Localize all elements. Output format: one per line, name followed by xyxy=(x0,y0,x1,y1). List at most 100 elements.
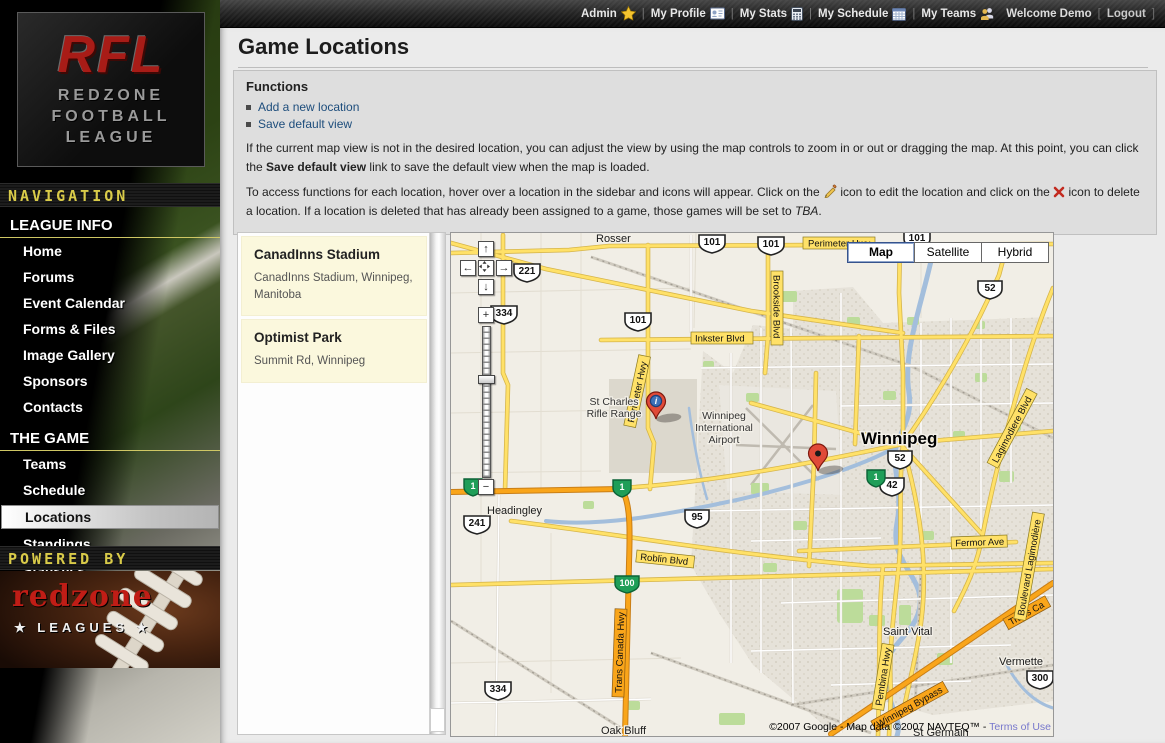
league-logo: RFL REDZONE FOOTBALL LEAGUE xyxy=(17,12,205,167)
pan-left-button[interactable]: ← xyxy=(460,260,476,276)
navigation-header: NAVIGATION xyxy=(0,183,220,207)
topbar-my-schedule[interactable]: My Schedule xyxy=(812,7,912,21)
svg-text:101: 101 xyxy=(630,315,647,326)
star-icon xyxy=(621,6,636,21)
svg-text:52: 52 xyxy=(984,283,996,294)
sidebar-item-schedule[interactable]: Schedule xyxy=(0,477,220,503)
pan-right-button[interactable]: → xyxy=(496,260,512,276)
pan-center-button[interactable] xyxy=(478,260,494,276)
section-the-game: THE GAME xyxy=(0,420,220,451)
delete-x-icon xyxy=(1053,186,1065,198)
locations-panel: CanadInns Stadium CanadInns Stadium, Win… xyxy=(237,232,446,735)
sidebar: RFL REDZONE FOOTBALL LEAGUE NAVIGATION L… xyxy=(0,0,220,743)
zoom-slider-track[interactable] xyxy=(482,326,491,478)
powered-by-header: POWERED BY xyxy=(0,546,220,570)
location-address: CanadInns Stadium, Winnipeg, Manitoba xyxy=(254,270,416,303)
instructions-paragraph-2: To access functions for each location, h… xyxy=(246,183,1144,220)
sidebar-item-home[interactable]: Home xyxy=(0,238,220,264)
svg-text:Headingley: Headingley xyxy=(487,505,543,517)
zoom-in-button[interactable]: + xyxy=(478,307,494,323)
svg-text:334: 334 xyxy=(496,308,513,319)
svg-text:101: 101 xyxy=(763,239,780,250)
zoom-slider-handle[interactable] xyxy=(478,375,495,384)
locations-scrollbar-thumb[interactable] xyxy=(430,708,445,732)
terms-of-use-link[interactable]: Terms of Use xyxy=(989,721,1051,733)
sidebar-navigation: LEAGUE INFO Home Forums Event Calendar F… xyxy=(0,207,220,583)
sidebar-item-event-calendar[interactable]: Event Calendar xyxy=(0,290,220,316)
section-league-info: LEAGUE INFO xyxy=(0,207,220,238)
map-type-map-button[interactable]: Map xyxy=(847,242,915,263)
topbar-my-stats[interactable]: My Stats xyxy=(734,7,809,21)
svg-text:221: 221 xyxy=(519,266,536,277)
page-title: Game Locations xyxy=(238,34,1148,68)
svg-text:334: 334 xyxy=(490,684,507,695)
topbar-my-profile[interactable]: My Profile xyxy=(645,7,731,20)
svg-text:52: 52 xyxy=(894,453,906,464)
topbar: Admin | My Profile | My Stats | My Sched… xyxy=(220,0,1165,28)
location-name: Optimist Park xyxy=(254,330,416,345)
logout-link[interactable]: Logout xyxy=(1107,8,1146,20)
svg-text:Vermette: Vermette xyxy=(999,656,1043,668)
sidebar-item-forums[interactable]: Forums xyxy=(0,264,220,290)
calculator-icon xyxy=(791,7,803,21)
svg-text:101: 101 xyxy=(704,237,721,248)
sidebar-item-image-gallery[interactable]: Image Gallery xyxy=(0,342,220,368)
location-item-optimist-park[interactable]: Optimist Park Summit Rd, Winnipeg xyxy=(241,319,427,383)
calendar-icon xyxy=(892,7,906,21)
functions-links: Add a new location Save default view xyxy=(246,100,1144,131)
svg-text:95: 95 xyxy=(691,512,703,523)
svg-text:Brookside Blvd: Brookside Blvd xyxy=(771,275,782,338)
add-location-link[interactable]: Add a new location xyxy=(258,100,359,114)
svg-text:300: 300 xyxy=(1032,673,1049,684)
sidebar-item-locations[interactable]: Locations xyxy=(1,505,219,529)
svg-text:100: 100 xyxy=(619,578,634,588)
people-icon xyxy=(980,7,995,21)
svg-text:1: 1 xyxy=(873,472,878,482)
svg-text:241: 241 xyxy=(469,518,486,529)
sidebar-item-teams[interactable]: Teams xyxy=(0,451,220,477)
bullet-icon xyxy=(246,105,251,110)
league-logo-acronym: RFL xyxy=(18,25,204,85)
svg-text:Winnipeg: Winnipeg xyxy=(861,429,937,448)
svg-text:42: 42 xyxy=(886,480,898,491)
save-default-view-link[interactable]: Save default view xyxy=(258,117,352,131)
svg-text:Saint Vital: Saint Vital xyxy=(883,626,932,638)
welcome-text: Welcome Demo xyxy=(1006,8,1091,20)
bullet-icon xyxy=(246,122,251,127)
map-type-buttons: Map Satellite Hybrid xyxy=(848,242,1049,263)
locations-scrollbar[interactable] xyxy=(429,233,445,734)
redzone-leagues-sub: ★ LEAGUES ★ xyxy=(14,620,151,636)
pan-center-icon xyxy=(479,261,490,272)
instructions-paragraph-1: If the current map view is not in the de… xyxy=(246,139,1144,176)
google-map[interactable]: Perimeter Hwy Perimeter Hwy Inkster Blvd… xyxy=(450,232,1054,737)
svg-text:Airport: Airport xyxy=(709,434,740,446)
svg-text:Winnipeg: Winnipeg xyxy=(702,410,746,422)
svg-text:Rifle Range: Rifle Range xyxy=(587,408,642,420)
main-content: Game Locations Functions Add a new locat… xyxy=(220,28,1165,743)
topbar-my-teams[interactable]: My Teams xyxy=(915,7,1001,21)
location-address: Summit Rd, Winnipeg xyxy=(254,353,416,370)
pan-up-button[interactable]: ↑ xyxy=(478,241,494,257)
sidebar-item-forms-files[interactable]: Forms & Files xyxy=(0,316,220,342)
location-item-canadinns[interactable]: CanadInns Stadium CanadInns Stadium, Win… xyxy=(241,236,427,316)
svg-text:1: 1 xyxy=(470,481,475,491)
map-type-hybrid-button[interactable]: Hybrid xyxy=(981,242,1049,263)
map-type-satellite-button[interactable]: Satellite xyxy=(914,242,982,263)
profile-card-icon xyxy=(710,7,725,20)
sidebar-item-contacts[interactable]: Contacts xyxy=(0,394,220,420)
svg-text:Rosser: Rosser xyxy=(596,233,631,245)
sidebar-item-sponsors[interactable]: Sponsors xyxy=(0,368,220,394)
zoom-out-button[interactable]: − xyxy=(478,479,494,495)
functions-box: Functions Add a new location Save defaul… xyxy=(233,70,1157,235)
svg-text:Oak Bluff: Oak Bluff xyxy=(601,725,647,736)
topbar-admin[interactable]: Admin xyxy=(575,6,642,21)
svg-text:St Charles: St Charles xyxy=(589,396,638,408)
map-copyright: ©2007 Google - Map data ©2007 NAVTEQ™ - … xyxy=(706,721,1051,733)
location-name: CanadInns Stadium xyxy=(254,247,416,262)
pan-down-button[interactable]: ↓ xyxy=(478,279,494,295)
svg-text:1: 1 xyxy=(619,482,624,492)
functions-title: Functions xyxy=(246,79,1144,94)
svg-text:Inkster Blvd: Inkster Blvd xyxy=(695,334,745,345)
svg-text:Fermor Ave: Fermor Ave xyxy=(955,537,1004,550)
redzone-leagues-logo: redzone xyxy=(12,583,153,611)
